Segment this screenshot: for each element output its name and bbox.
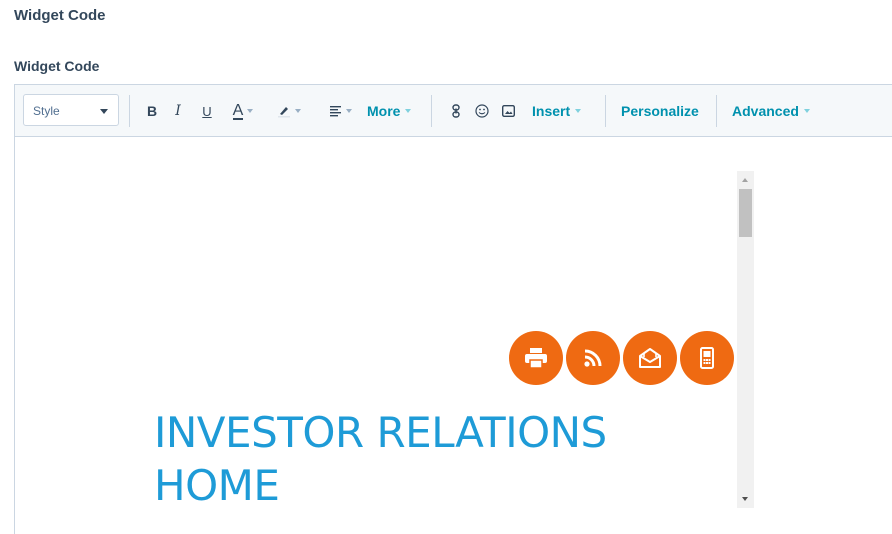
mobile-icon — [700, 347, 714, 369]
email-alert-icon — [639, 348, 661, 368]
link-icon — [452, 104, 460, 118]
chevron-down-icon — [346, 109, 352, 113]
italic-button[interactable]: I — [168, 85, 188, 137]
more-label: More — [367, 103, 401, 119]
heading-line-2: HOME — [154, 461, 280, 510]
link-button[interactable] — [447, 85, 465, 137]
page-heading: INVESTOR RELATIONS HOME — [154, 406, 607, 512]
section-title: Widget Code — [14, 7, 106, 24]
print-button[interactable] — [509, 331, 563, 385]
editor-toolbar: Style B I U A More Insert Personalize Ad… — [15, 85, 892, 137]
style-select-value: Style — [33, 104, 60, 118]
toolbar-divider — [605, 95, 606, 127]
advanced-dropdown[interactable]: Advanced — [732, 85, 810, 137]
widget-code-label: Widget Code — [14, 58, 100, 74]
style-select[interactable]: Style — [23, 94, 119, 126]
scroll-thumb[interactable] — [739, 189, 752, 237]
emoji-button[interactable] — [473, 85, 491, 137]
insert-label: Insert — [532, 103, 571, 119]
personalize-label: Personalize — [621, 103, 699, 119]
personalize-button[interactable]: Personalize — [621, 85, 699, 137]
insert-dropdown[interactable]: Insert — [532, 85, 582, 137]
rich-text-editor: Style B I U A More Insert Personalize Ad… — [14, 84, 892, 534]
rss-icon — [584, 349, 602, 367]
highlight-color-button[interactable] — [271, 85, 307, 137]
email-alerts-button[interactable] — [623, 331, 677, 385]
editor-content[interactable]: INVESTOR RELATIONS HOME — [15, 138, 892, 534]
chevron-down-icon — [295, 109, 301, 113]
toolbar-divider — [716, 95, 717, 127]
printer-icon — [525, 348, 547, 369]
scroll-up-arrow-icon[interactable] — [742, 178, 748, 182]
font-color-icon: A — [232, 101, 244, 120]
toolbar-divider — [129, 95, 130, 127]
more-dropdown[interactable]: More — [367, 85, 412, 137]
align-button[interactable] — [324, 85, 358, 137]
bold-button[interactable]: B — [142, 85, 162, 137]
toolbar-divider — [431, 95, 432, 127]
chevron-down-icon — [803, 109, 810, 113]
chevron-down-icon — [100, 109, 108, 114]
scroll-down-arrow-icon[interactable] — [742, 497, 748, 501]
image-icon — [501, 105, 515, 117]
align-left-icon — [330, 106, 341, 117]
chevron-down-icon — [575, 109, 582, 113]
underline-button[interactable]: U — [197, 85, 217, 137]
chevron-down-icon — [405, 109, 412, 113]
smiley-icon — [475, 104, 489, 118]
advanced-label: Advanced — [732, 103, 799, 119]
highlighter-icon — [278, 107, 290, 118]
rss-button[interactable] — [566, 331, 620, 385]
heading-line-1: INVESTOR RELATIONS — [154, 408, 607, 457]
image-button[interactable] — [499, 85, 517, 137]
chevron-down-icon — [247, 109, 254, 113]
font-color-button[interactable]: A — [225, 85, 261, 137]
mobile-alerts-button[interactable] — [680, 331, 734, 385]
preview-scrollbar[interactable] — [737, 171, 754, 508]
